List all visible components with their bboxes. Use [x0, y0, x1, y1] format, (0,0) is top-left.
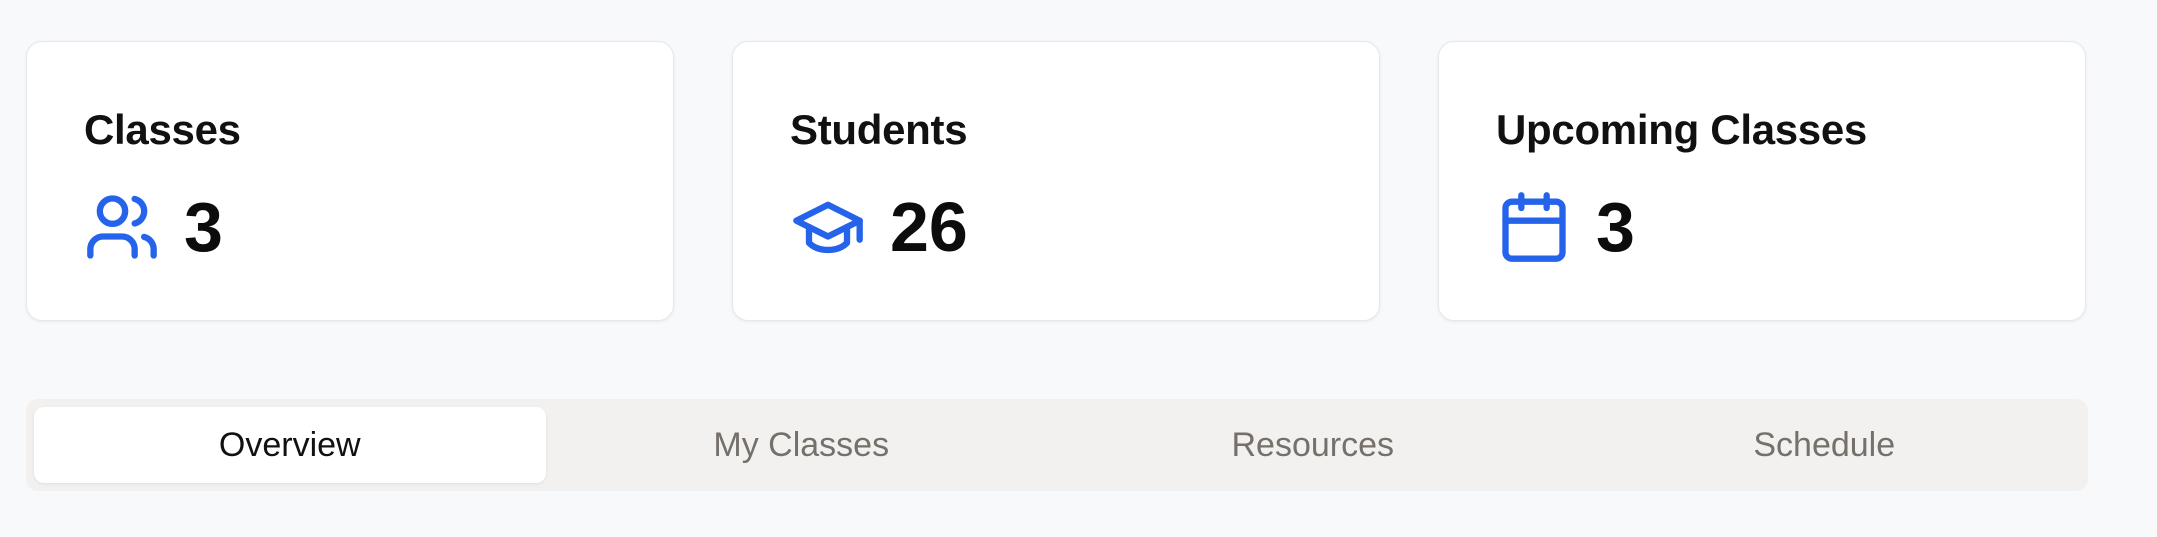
tab-bar: Overview My Classes Resources Schedule — [26, 399, 2088, 491]
classes-card-title: Classes — [84, 106, 241, 153]
upcoming-classes-card: Upcoming Classes 3 — [1438, 41, 2086, 321]
upcoming-classes-count: 3 — [1596, 188, 1635, 266]
students-card-row: 26 — [790, 182, 968, 272]
stats-cards: Classes 3 Students 26 Upcoming Classes 3 — [26, 41, 2086, 321]
students-card-title: Students — [790, 106, 968, 153]
users-icon — [84, 189, 160, 265]
calendar-icon — [1496, 189, 1572, 265]
students-card: Students 26 — [732, 41, 1380, 321]
tab-overview[interactable]: Overview — [34, 407, 546, 483]
tab-resources[interactable]: Resources — [1057, 407, 1569, 483]
tab-schedule[interactable]: Schedule — [1569, 407, 2081, 483]
classes-count: 3 — [184, 188, 223, 266]
graduation-cap-icon — [790, 189, 866, 265]
classes-card-row: 3 — [84, 182, 223, 272]
classes-card: Classes 3 — [26, 41, 674, 321]
students-count: 26 — [890, 188, 968, 266]
upcoming-classes-card-title: Upcoming Classes — [1496, 106, 1867, 153]
upcoming-classes-card-row: 3 — [1496, 182, 1635, 272]
tab-my-classes[interactable]: My Classes — [546, 407, 1058, 483]
